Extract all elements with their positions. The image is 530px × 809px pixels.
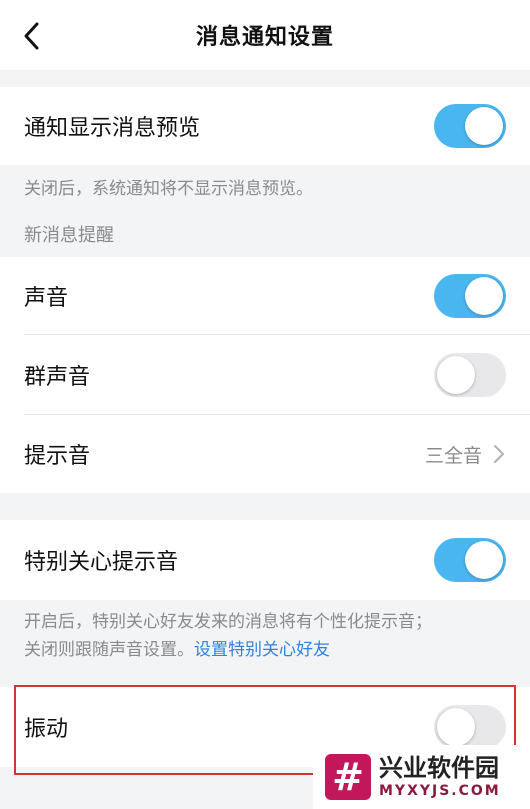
group-sound-label: 群声音 xyxy=(24,365,91,390)
special-care-toggle[interactable] xyxy=(434,538,506,582)
navigation-bar: 消息通知设置 xyxy=(0,0,530,70)
preview-setting-row: 通知显示消息预览 xyxy=(0,87,530,165)
chevron-left-icon xyxy=(24,22,39,50)
toggle-knob xyxy=(465,277,503,315)
tone-setting-row[interactable]: 提示音 三全音 xyxy=(0,415,530,493)
toggle-knob xyxy=(465,541,503,579)
special-care-note-line2: 关闭则跟随声音设置。 xyxy=(24,640,194,660)
watermark-logo-icon: # xyxy=(325,754,371,800)
sound-setting-row: 声音 xyxy=(0,257,530,335)
tone-value: 三全音 xyxy=(424,444,482,467)
chevron-right-icon xyxy=(494,445,504,463)
toggle-knob xyxy=(465,107,503,145)
watermark-text: 兴业软件园 MYXYJS.COM xyxy=(379,754,501,800)
preview-label: 通知显示消息预览 xyxy=(24,116,201,141)
group-sound-toggle[interactable] xyxy=(434,353,506,397)
group-sound-setting-row: 群声音 xyxy=(0,335,530,415)
watermark: # 兴业软件园 MYXYJS.COM xyxy=(313,745,530,809)
preview-note: 关闭后，系统通知将不显示消息预览。 xyxy=(24,179,313,199)
sound-label: 声音 xyxy=(24,286,69,311)
sound-toggle[interactable] xyxy=(434,274,506,318)
page-title: 消息通知设置 xyxy=(195,25,334,50)
special-care-note: 开启后，特别关心好友发来的消息将有个性化提示音； 关闭则跟随声音设置。设置特别关… xyxy=(24,608,514,664)
watermark-name: 兴业软件园 xyxy=(379,754,499,782)
section-title-new-message: 新消息提醒 xyxy=(24,225,114,246)
toggle-knob xyxy=(437,356,475,394)
preview-toggle[interactable] xyxy=(434,104,506,148)
watermark-site: MYXYJS.COM xyxy=(379,783,501,799)
special-care-label: 特别关心提示音 xyxy=(24,550,179,575)
special-care-note-line1: 开启后，特别关心好友发来的消息将有个性化提示音； xyxy=(24,612,432,632)
special-care-setting-row: 特别关心提示音 xyxy=(0,520,530,600)
special-care-friends-link[interactable]: 设置特别关心好友 xyxy=(194,640,330,660)
tone-label: 提示音 xyxy=(24,444,91,469)
back-button[interactable] xyxy=(14,18,50,54)
